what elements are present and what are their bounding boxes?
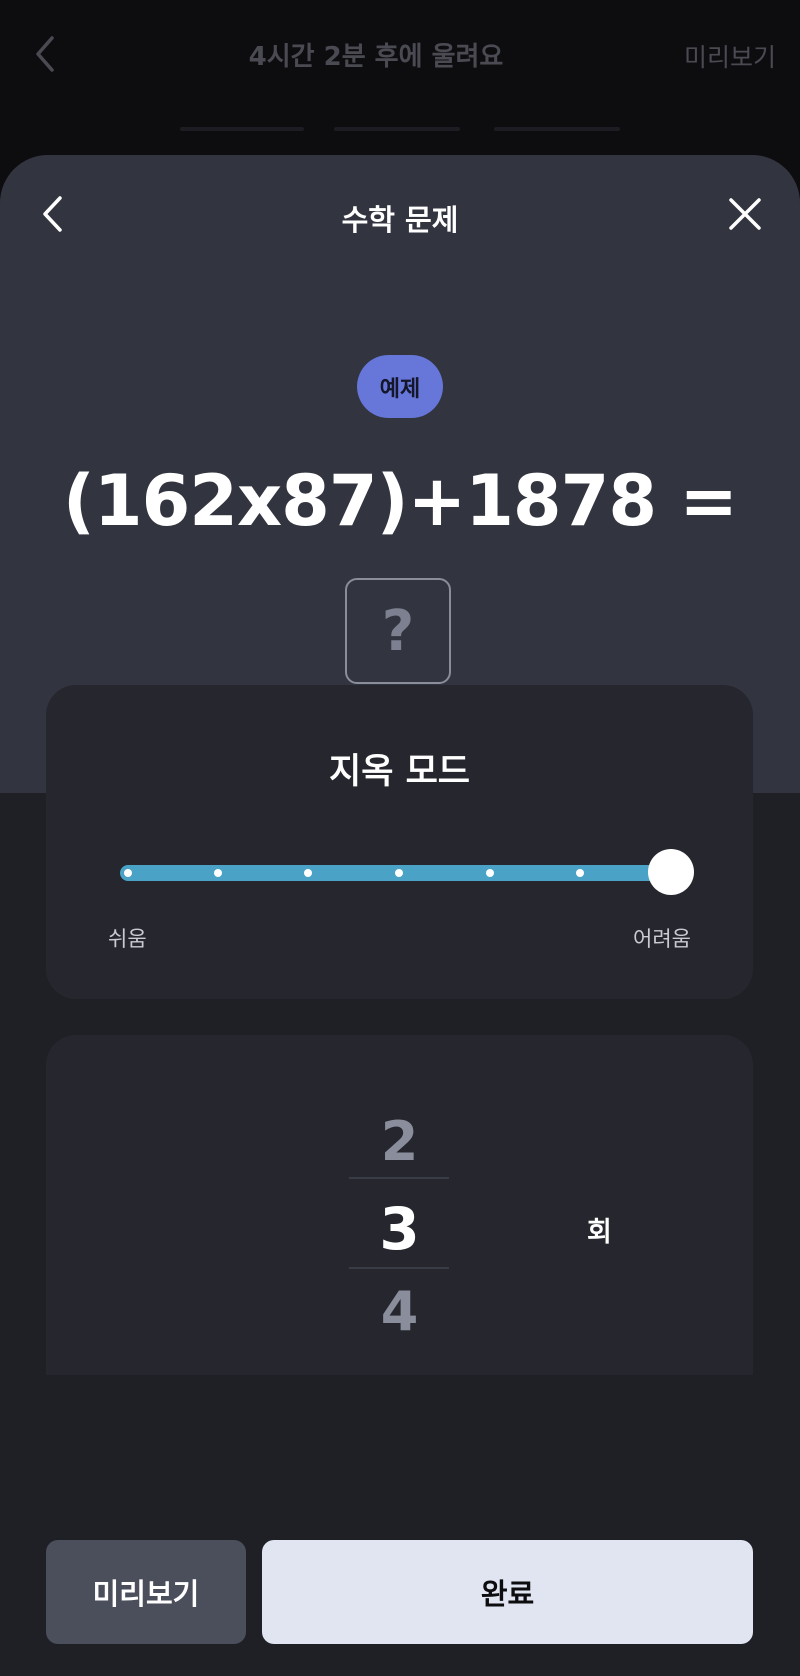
slider-step-dot (214, 869, 222, 877)
picker-divider (349, 1267, 449, 1269)
preview-button[interactable]: 미리보기 (46, 1540, 246, 1644)
tab-indicator (334, 127, 460, 131)
tab-indicator (180, 127, 304, 131)
difficulty-max-label: 어려움 (633, 927, 691, 951)
alarm-time-title: 4시간 2분 후에 울려요 (248, 42, 504, 72)
difficulty-slider-thumb[interactable] (648, 849, 694, 895)
close-icon[interactable] (727, 196, 763, 232)
tab-indicator (494, 127, 620, 131)
sheet-title: 수학 문제 (341, 203, 459, 237)
done-button[interactable]: 완료 (262, 1540, 753, 1644)
background-header: 4시간 2분 후에 울려요 미리보기 (0, 0, 800, 150)
answer-placeholder-box: ? (345, 578, 451, 684)
difficulty-card: 지옥 모드 쉬움 어려움 (46, 685, 753, 999)
slider-step-dot (576, 869, 584, 877)
slider-step-dot (304, 869, 312, 877)
count-option-selected[interactable]: 3 (46, 1195, 753, 1263)
slider-step-dot (486, 869, 494, 877)
count-option-prev[interactable]: 2 (46, 1110, 753, 1173)
difficulty-min-label: 쉬움 (108, 927, 147, 951)
example-equation: (162x87)+1878 = (62, 460, 738, 542)
repeat-count-card: 2 3 4 회 (46, 1035, 753, 1375)
slider-step-dot (395, 869, 403, 877)
picker-divider (349, 1177, 449, 1179)
background-preview-link: 미리보기 (683, 43, 776, 72)
math-problem-sheet: 수학 문제 예제 (162x87)+1878 = ? 지옥 모드 쉬움 어려움 … (0, 155, 800, 1676)
slider-step-dot (124, 869, 132, 877)
count-option-next[interactable]: 4 (46, 1280, 753, 1343)
example-badge: 예제 (357, 355, 443, 418)
count-unit-label: 회 (587, 1217, 612, 1248)
difficulty-title: 지옥 모드 (329, 752, 470, 792)
